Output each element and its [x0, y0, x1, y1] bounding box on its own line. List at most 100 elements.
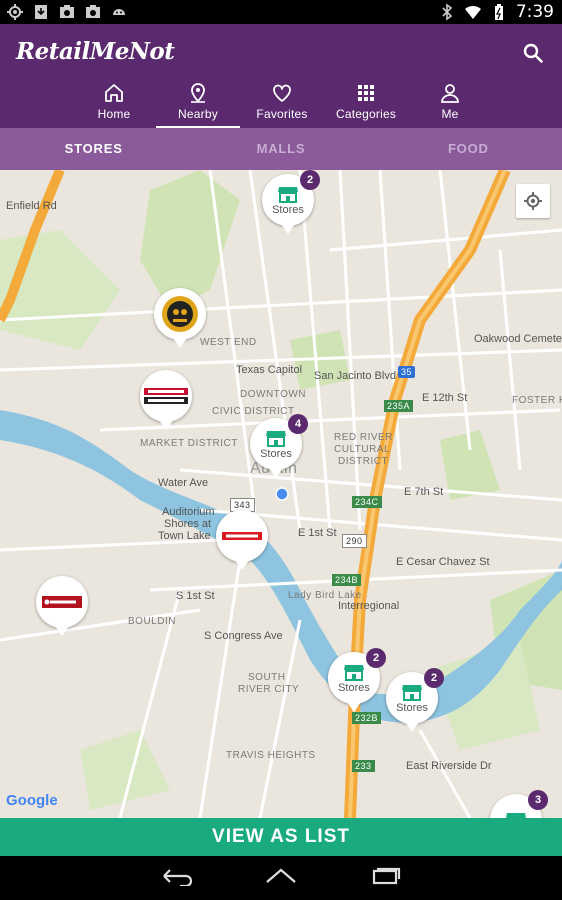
map-label: DOWNTOWN: [240, 389, 307, 400]
map-label: San Jacinto Blvd: [314, 370, 396, 382]
back-button[interactable]: [160, 866, 194, 891]
store-cluster-pin[interactable]: Stores 2: [328, 648, 386, 712]
map-label: RIVER CITY: [238, 684, 300, 695]
google-logo-text: Google: [6, 792, 58, 809]
map-label: CIVIC DISTRICT: [212, 406, 295, 417]
store-pin-einstein-bros[interactable]: [154, 288, 206, 348]
heart-icon: [273, 84, 291, 102]
tab-malls[interactable]: MALLS: [187, 128, 374, 170]
map-label: BOULDIN: [128, 616, 176, 627]
office-depot-logo: [144, 388, 188, 404]
highway-shield: 234C: [352, 496, 382, 508]
nav-item-label: Categories: [335, 107, 397, 121]
store-icon: [344, 664, 364, 681]
store-cluster-pin[interactable]: Stores 2: [386, 668, 444, 732]
nav-item-home[interactable]: Home: [72, 80, 156, 128]
map-label: E Cesar Chavez St: [396, 556, 490, 568]
google-attribution: Google: [6, 792, 58, 809]
bluetooth-icon: [442, 3, 453, 21]
app-bar: RetailMeNot Home Nearby Favorites Catego…: [0, 24, 562, 128]
view-as-list-button[interactable]: VIEW AS LIST: [0, 818, 562, 856]
nav-item-label: Nearby: [178, 107, 218, 121]
jiffy-lube-logo: [42, 596, 82, 608]
map-label: RED RIVER: [334, 432, 393, 443]
pin-label: Stores: [272, 203, 304, 216]
map-label: East Riverside Dr: [406, 760, 492, 772]
highway-shield: 290: [342, 534, 367, 548]
map-label: Oakwood Cemetery: [474, 333, 562, 345]
map-label: DISTRICT: [338, 456, 389, 467]
recents-icon: [372, 867, 401, 884]
highway-shield: 233: [352, 760, 375, 772]
notification-icons: [6, 3, 128, 21]
map-label: E 7th St: [404, 486, 444, 498]
store-icon: [278, 186, 298, 203]
app-logo: RetailMeNot: [16, 38, 175, 65]
home-chevron-icon: [266, 868, 296, 883]
back-arrow-icon: [163, 868, 193, 887]
status-bar: 7:39: [0, 0, 562, 24]
map-base-layer: [0, 170, 562, 818]
battery-icon: [494, 4, 503, 20]
recents-button[interactable]: [368, 866, 402, 891]
store-pin-firestone[interactable]: [216, 510, 268, 570]
pin-label: Stores: [260, 447, 292, 460]
map-label: SOUTH: [248, 672, 286, 683]
nav-item-label: Me: [441, 107, 459, 121]
home-icon: [105, 84, 123, 102]
clock: 7:39: [515, 2, 554, 22]
map-label: S Congress Ave: [204, 630, 283, 642]
map-label: E 1st St: [298, 527, 337, 539]
map-label: Shores at: [164, 518, 212, 530]
nav-item-me[interactable]: Me: [408, 80, 492, 128]
map-label: Enfield Rd: [6, 200, 57, 212]
store-cluster-pin[interactable]: Stores 2: [262, 170, 320, 234]
gps-icon: [7, 4, 23, 20]
my-location-button[interactable]: [516, 184, 550, 218]
map-label: TRAVIS HEIGHTS: [226, 750, 316, 761]
map-label: Texas Capitol: [236, 364, 303, 376]
nav-item-nearby[interactable]: Nearby: [156, 80, 240, 128]
main-nav: Home Nearby Favorites Categories Me: [72, 80, 492, 128]
search-icon[interactable]: [520, 40, 546, 66]
firestone-logo: [222, 532, 262, 540]
nav-item-favorites[interactable]: Favorites: [240, 80, 324, 128]
store-pin-jiffy-lube[interactable]: [36, 576, 88, 636]
location-pin-icon: [191, 83, 205, 103]
map-label: E 12th St: [422, 392, 468, 404]
map-label: CULTURAL: [334, 444, 391, 455]
highway-shield: 232B: [352, 712, 382, 724]
grid-icon: [358, 85, 374, 101]
nav-item-label: Home: [97, 107, 131, 121]
pin-count-badge: 2: [366, 648, 386, 668]
person-icon: [441, 84, 459, 103]
system-navigation-bar: [0, 856, 562, 900]
map-label: MARKET DISTRICT: [140, 438, 238, 449]
map-label: FOSTER HE: [512, 395, 562, 406]
map-label: Town Lake: [158, 530, 211, 542]
map-label: Interregional: [338, 600, 400, 612]
photo-icon: [60, 5, 74, 18]
highway-shield: 234B: [332, 574, 362, 586]
map-label: WEST END: [200, 337, 257, 348]
camera-icon: [86, 5, 100, 18]
map-view[interactable]: Texas Capitol WEST END DOWNTOWN CIVIC DI…: [0, 170, 562, 818]
tab-stores[interactable]: STORES: [0, 128, 187, 170]
pin-label: Stores: [338, 681, 370, 694]
download-icon: [35, 5, 47, 19]
pin-count-badge: 4: [288, 414, 308, 434]
home-button[interactable]: [264, 866, 298, 891]
wifi-icon: [464, 5, 481, 19]
pin-count-badge: 2: [300, 170, 320, 190]
store-cluster-pin[interactable]: Stores 4: [250, 414, 308, 478]
nav-item-label: Favorites: [256, 107, 308, 121]
subtabs: STORES MALLS FOOD: [0, 128, 562, 170]
nav-item-categories[interactable]: Categories: [324, 80, 408, 128]
map-label: Auditorium: [162, 506, 215, 518]
pin-count-badge: 2: [424, 668, 444, 688]
highway-shield: 35: [398, 366, 416, 378]
einstein-bros-logo: [162, 296, 198, 332]
store-icon: [402, 684, 422, 701]
store-pin-office-depot[interactable]: [140, 370, 192, 430]
tab-food[interactable]: FOOD: [375, 128, 562, 170]
